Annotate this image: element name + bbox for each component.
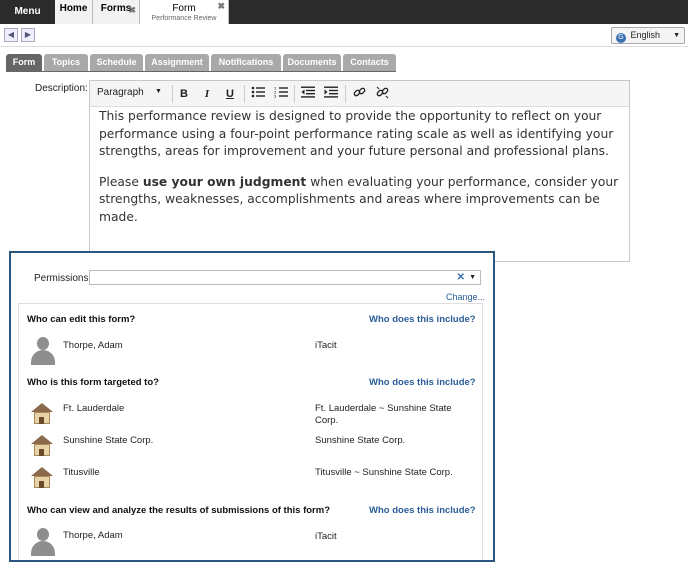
- chevron-down-icon: ▼: [155, 88, 162, 95]
- description-paragraph-1: This performance review is designed to p…: [99, 109, 614, 159]
- unlink-icon[interactable]: [374, 86, 390, 102]
- close-icon[interactable]: ✖: [217, 1, 225, 12]
- italic-button[interactable]: I: [199, 86, 215, 102]
- list-item-value: Ft. Lauderdale ~ Sunshine State Corp.: [315, 403, 452, 426]
- tab-notifications[interactable]: Notifications: [211, 54, 281, 71]
- who-does-this-include-link[interactable]: Who does this include?: [369, 377, 476, 388]
- permissions-input[interactable]: ✕ ▼: [89, 270, 481, 285]
- underline-button[interactable]: U: [222, 86, 238, 102]
- list-item-name: Thorpe, Adam: [63, 340, 123, 351]
- nav-bar: ◀ ▶ G English ▼: [0, 24, 688, 47]
- person-icon: [30, 528, 56, 556]
- home-tab[interactable]: Home: [55, 0, 93, 24]
- list-item-name: Thorpe, Adam: [63, 530, 123, 541]
- location-icon: [31, 403, 53, 425]
- section-title-targeted: Who is this form targeted to?: [27, 377, 159, 388]
- tab-documents[interactable]: Documents: [283, 54, 341, 71]
- description-paragraph-2: Please use your own judgment when evalua…: [99, 174, 619, 224]
- list-item-value: iTacit: [315, 531, 337, 542]
- section-title-view: Who can view and analyze the results of …: [27, 505, 330, 516]
- toolbar-divider: [345, 85, 346, 103]
- chevron-down-icon[interactable]: ▼: [469, 271, 476, 284]
- tab-contacts[interactable]: Contacts: [343, 54, 396, 71]
- location-icon: [31, 467, 53, 489]
- tab-divider: [6, 71, 396, 72]
- list-item-name: Ft. Lauderdale: [63, 403, 125, 414]
- form-tab-title: Form: [172, 3, 196, 14]
- tab-assignment[interactable]: Assignment: [145, 54, 209, 71]
- person-icon: [30, 337, 56, 365]
- outdent-icon[interactable]: [300, 86, 316, 102]
- indent-icon[interactable]: [323, 86, 339, 102]
- forms-tab[interactable]: Forms ✖: [93, 0, 140, 24]
- numbered-list-icon[interactable]: 123: [273, 86, 289, 102]
- section-title-edit: Who can edit this form?: [27, 314, 136, 325]
- change-link[interactable]: Change...: [446, 292, 485, 302]
- editor-toolbar: Paragraph ▼ B I U 123: [90, 81, 629, 107]
- description-text[interactable]: This performance review is designed to p…: [99, 108, 624, 240]
- tab-form[interactable]: Form: [6, 54, 42, 71]
- permissions-panel: Permissions: ✕ ▼ Change... Who can edit …: [9, 251, 495, 562]
- bold-button[interactable]: B: [176, 86, 192, 102]
- permissions-details: Who can edit this form? Who does this in…: [18, 303, 483, 560]
- globe-icon: G: [616, 33, 626, 43]
- paragraph-format-select[interactable]: Paragraph: [97, 87, 144, 98]
- form-tab-subtitle: Performance Review: [151, 15, 217, 22]
- bullet-list-icon[interactable]: [250, 86, 266, 102]
- permissions-label: Permissions:: [34, 273, 92, 284]
- who-does-this-include-link[interactable]: Who does this include?: [369, 505, 476, 516]
- toolbar-divider: [244, 85, 245, 103]
- menu-button[interactable]: Menu: [0, 0, 55, 24]
- list-item-name: Titusville: [63, 467, 100, 478]
- tab-topics[interactable]: Topics: [44, 54, 88, 71]
- location-icon: [31, 435, 53, 457]
- list-item-name: Sunshine State Corp.: [63, 435, 154, 446]
- tab-schedule[interactable]: Schedule: [90, 54, 143, 71]
- forms-tab-label: Forms: [100, 3, 132, 14]
- close-icon[interactable]: ✖: [128, 1, 136, 19]
- who-does-this-include-link[interactable]: Who does this include?: [369, 314, 476, 325]
- clear-icon[interactable]: ✕: [457, 271, 465, 284]
- form-tab[interactable]: Form Performance Review ✖: [140, 0, 229, 24]
- link-icon[interactable]: [351, 86, 367, 102]
- list-item-value: iTacit: [315, 340, 337, 351]
- list-item-value: Titusville ~ Sunshine State Corp.: [315, 467, 453, 478]
- list-item-value: Sunshine State Corp.: [315, 435, 406, 446]
- description-editor[interactable]: Paragraph ▼ B I U 123 This performance r…: [89, 80, 630, 262]
- back-icon[interactable]: ◀: [4, 28, 18, 42]
- description-label: Description:: [35, 83, 88, 94]
- language-select[interactable]: G English ▼: [611, 27, 685, 44]
- svg-text:3: 3: [274, 94, 277, 99]
- toolbar-divider: [294, 85, 295, 103]
- language-label: English: [630, 30, 661, 40]
- forward-icon[interactable]: ▶: [21, 28, 35, 42]
- toolbar-divider: [172, 85, 173, 103]
- top-bar: Menu Home Forms ✖ Form Performance Revie…: [0, 0, 688, 24]
- chevron-down-icon: ▼: [673, 32, 680, 39]
